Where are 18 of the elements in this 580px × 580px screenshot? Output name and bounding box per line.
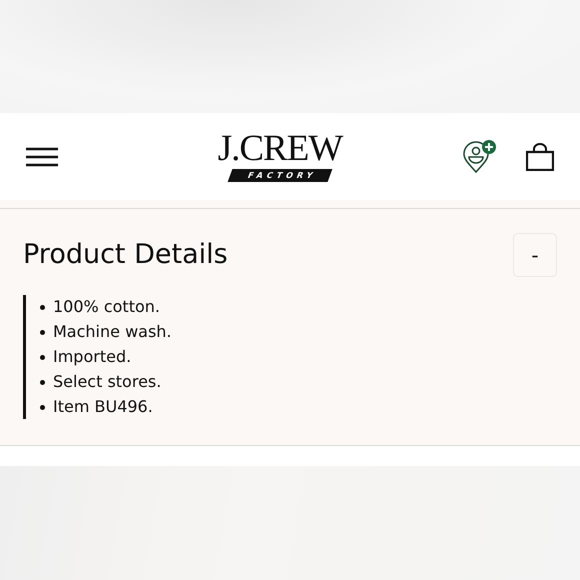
store-locator-icon[interactable] bbox=[462, 138, 498, 174]
bullet-icon bbox=[40, 354, 45, 360]
bullet-icon bbox=[40, 330, 45, 334]
collapse-button[interactable]: - bbox=[513, 233, 557, 277]
detail-item: Select stores. bbox=[53, 372, 162, 392]
shopping-bag-icon[interactable] bbox=[526, 142, 554, 170]
logo-tagline: FACTORY bbox=[227, 168, 333, 182]
bullet-icon bbox=[40, 404, 45, 410]
section-title: Product Details bbox=[23, 239, 228, 270]
logo-wordmark: J.CREW bbox=[218, 132, 342, 166]
bullet-icon bbox=[40, 304, 45, 310]
detail-item: 100% cotton. bbox=[53, 297, 160, 317]
logo[interactable]: J.CREW FACTORY bbox=[218, 132, 342, 182]
menu-icon[interactable] bbox=[26, 146, 58, 166]
detail-item: Imported. bbox=[53, 347, 132, 367]
detail-item: Machine wash. bbox=[53, 322, 172, 342]
detail-item: Item BU496. bbox=[53, 397, 153, 417]
bullet-icon bbox=[40, 380, 45, 384]
